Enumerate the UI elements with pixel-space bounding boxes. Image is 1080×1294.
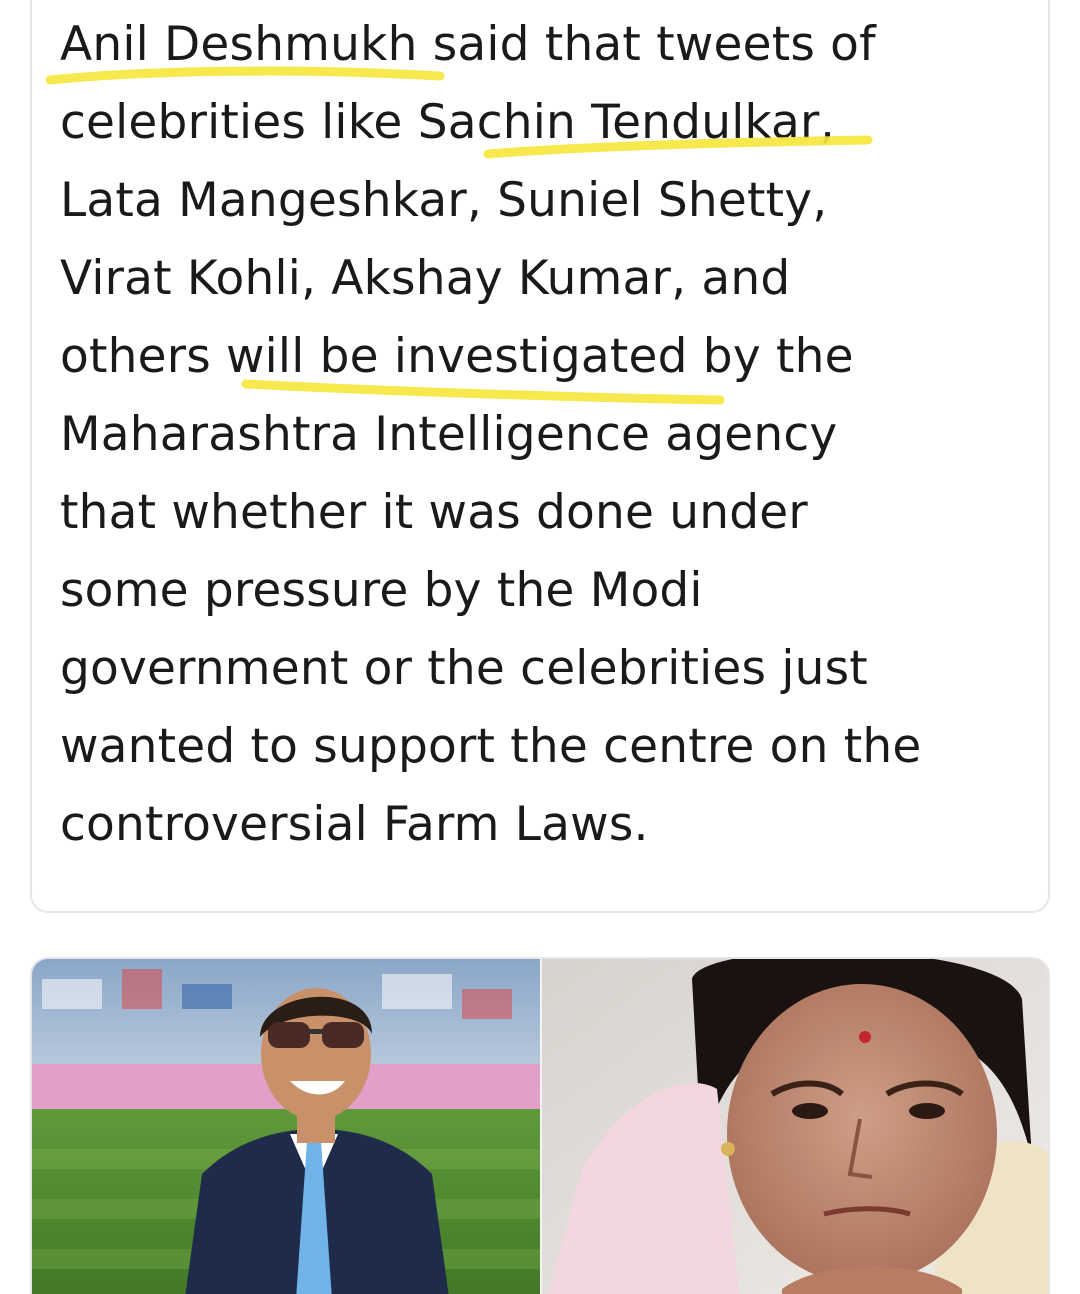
tweet-text-line: Lata Mangeshkar, Suniel Shetty, [60, 173, 828, 228]
elderly-woman-image [542, 959, 1048, 1294]
tweet-text-line: controversial Farm Laws. [60, 797, 649, 852]
tweet-text-line: some pressure by the Modi [60, 563, 703, 618]
tweet-media-grid[interactable] [30, 957, 1050, 1294]
media-image-right[interactable] [542, 959, 1048, 1294]
tweet-text-line: others will be investigated by the [60, 329, 854, 384]
tweet-text-line: celebrities like Sachin Tendulkar, [60, 95, 835, 150]
tweet-text-line: that whether it was done under [60, 485, 808, 540]
tweet-text-line: Anil Deshmukh said that tweets of [60, 17, 876, 72]
tweet-text-line: wanted to support the centre on the [60, 719, 922, 774]
tweet-text-line: Virat Kohli, Akshay Kumar, and [60, 251, 791, 306]
tweet-text-line: government or the celebrities just [60, 641, 868, 696]
tweet-text-line: Maharashtra Intelligence agency [60, 407, 838, 462]
man-in-suit-image [32, 959, 540, 1294]
tweet-text: Anil Deshmukh said that tweets of celebr… [60, 6, 1050, 864]
media-image-left[interactable] [32, 959, 540, 1294]
